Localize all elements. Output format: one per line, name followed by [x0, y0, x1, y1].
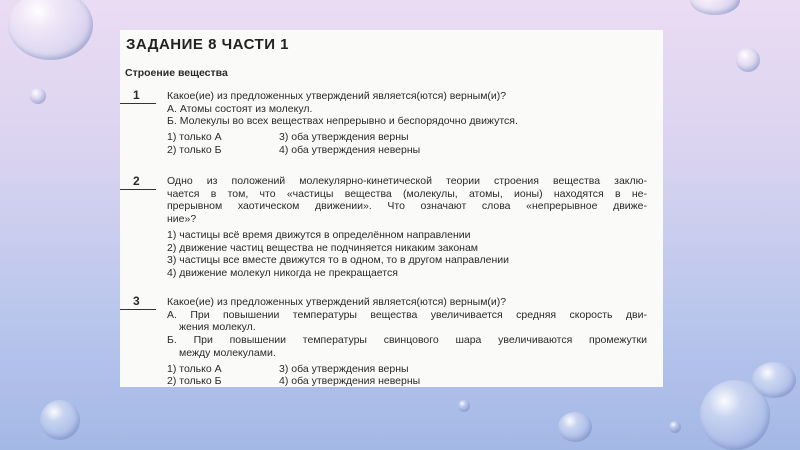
answer-option: 3) оба утверждения верны	[279, 362, 409, 375]
answer-option: 2) движение частиц вещества не подчиняет…	[167, 241, 479, 254]
question-number: 3	[133, 294, 140, 308]
statement-a: А. При повышении температуры вещества ув…	[167, 308, 647, 321]
divider	[120, 309, 156, 310]
section-subtitle: Строение вещества	[125, 67, 228, 79]
answer-option: 1) только А	[167, 362, 222, 375]
answer-option: 3) частицы все вместе движутся то в одно…	[167, 254, 509, 267]
question-number: 1	[133, 88, 140, 102]
answer-option: 1) частицы всё время движутся в определё…	[167, 228, 471, 241]
decorative-bubble	[30, 88, 46, 104]
decorative-bubble	[690, 0, 740, 15]
divider	[120, 189, 156, 190]
answer-option: 3) оба утверждения верны	[279, 131, 409, 144]
decorative-bubble	[669, 421, 681, 433]
question-text: ние»?	[167, 213, 197, 226]
answer-option: 4) движение молекул никогда не прекращае…	[167, 266, 398, 279]
decorative-bubble	[458, 400, 470, 412]
page-title: ЗАДАНИЕ 8 ЧАСТИ 1	[126, 36, 290, 53]
answer-option: 4) оба утверждения неверны	[279, 375, 421, 388]
question-text: прерывном хаотическом движении». Что озн…	[167, 200, 647, 213]
question-text: Одно из положений молекулярно-кинетическ…	[167, 175, 647, 187]
answer-option: 2) только Б	[167, 375, 222, 388]
decorative-bubble	[8, 0, 93, 60]
question-text: Какое(ие) из предложенных утверждений яв…	[167, 90, 507, 102]
statement-b: между молекулами.	[179, 346, 276, 359]
statement-b: Б. При повышении температуры свинцового …	[167, 334, 647, 347]
statement-b: Б. Молекулы во всех веществах непрерывно…	[167, 115, 518, 128]
question-number: 2	[133, 174, 140, 188]
question-text: Какое(ие) из предложенных утверждений яв…	[167, 296, 507, 308]
decorative-bubble	[700, 380, 770, 450]
worksheet-image: ЗАДАНИЕ 8 ЧАСТИ 1 Строение вещества 1 Ка…	[120, 30, 663, 387]
answer-option: 1) только А	[167, 131, 222, 144]
answer-option: 2) только Б	[167, 143, 222, 156]
divider	[120, 103, 156, 104]
statement-a: А. Атомы состоят из молекул.	[167, 102, 313, 115]
answer-option: 4) оба утверждения неверны	[279, 143, 421, 156]
question-text: чается в том, что «частицы вещества (мол…	[167, 187, 647, 200]
decorative-bubble	[736, 48, 760, 72]
decorative-bubble	[558, 412, 592, 442]
statement-a: жения молекул.	[179, 321, 256, 334]
decorative-bubble	[40, 400, 80, 440]
